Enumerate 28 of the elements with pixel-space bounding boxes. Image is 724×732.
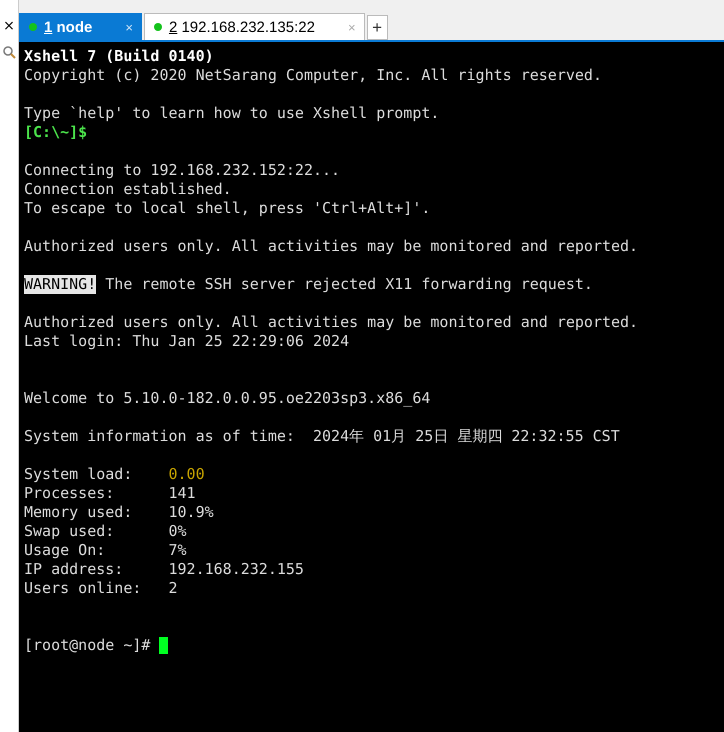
session-tab[interactable]: 2 192.168.232.135:22 × bbox=[144, 13, 365, 40]
terminal-text: [root@node ~]# bbox=[24, 636, 152, 655]
terminal-text: System load: bbox=[24, 465, 134, 484]
terminal-text: Last login: Thu Jan 25 22:29:06 2024 bbox=[24, 332, 350, 351]
terminal-text: Swap used: 0% bbox=[24, 522, 187, 541]
new-tab-button[interactable]: + bbox=[366, 15, 388, 40]
terminal-text: Processes: 141 bbox=[24, 484, 196, 503]
close-icon[interactable]: × bbox=[3, 16, 15, 36]
terminal-text: To escape to local shell, press 'Ctrl+Alt+]'. bbox=[24, 199, 430, 218]
terminal-text: The remote SSH server rejected X11 forwarding request. bbox=[104, 275, 593, 294]
terminal-text: Usage On: 7% bbox=[24, 541, 187, 560]
terminal-text: Memory used: 10.9% bbox=[24, 503, 214, 522]
terminal-text: IP address: 192.168.232.155 bbox=[24, 560, 304, 579]
terminal-text: Connection established. bbox=[24, 180, 232, 199]
terminal-text: Users online: 2 bbox=[24, 579, 178, 598]
terminal-text: System information as of time: 2024年 01月 25日 星期四 22:32:55 CST bbox=[24, 427, 620, 446]
terminal-text: Type `help' to learn how to use Xshell prompt. bbox=[24, 104, 440, 123]
search-icon[interactable] bbox=[2, 46, 16, 59]
session-tab[interactable]: 1 node × bbox=[19, 13, 142, 40]
terminal-text: 0.00 bbox=[168, 465, 205, 484]
terminal-text: [C:\~]$ bbox=[24, 123, 88, 142]
terminal-text: Connecting to 192.168.232.152:22... bbox=[24, 161, 340, 180]
terminal-text: Copyright (c) 2020 NetSarang Computer, Inc. All rights reserved. bbox=[24, 66, 602, 85]
terminal-text: Authorized users only. All activities may be monitored and reported. bbox=[24, 313, 638, 332]
terminal-text: Xshell 7 (Build 0140) bbox=[24, 47, 214, 66]
terminal-text: Welcome to 5.10.0-182.0.0.95.oe2203sp3.x86_64 bbox=[24, 389, 430, 408]
highlighted-text: WARNING! bbox=[24, 275, 96, 294]
terminal-text: Authorized users only. All activities may be monitored and reported. bbox=[24, 237, 638, 256]
